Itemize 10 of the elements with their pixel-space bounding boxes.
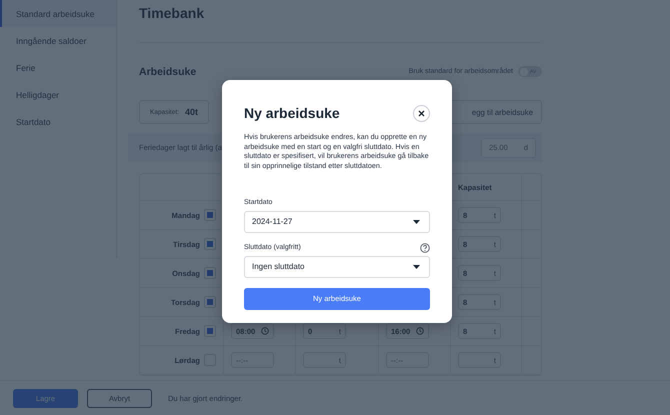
capacity-value: 40t bbox=[184, 107, 198, 117]
date-select[interactable]: 2024-11-27 bbox=[244, 210, 430, 233]
section-title: Arbeidsuke bbox=[139, 66, 196, 78]
caret-icon bbox=[413, 264, 420, 269]
caret-icon bbox=[413, 220, 420, 224]
close-icon bbox=[418, 110, 425, 116]
dialog-title: Ny arbeidsuke bbox=[244, 105, 340, 121]
help-icon[interactable] bbox=[420, 242, 430, 253]
date-select[interactable]: Ingen sluttdato bbox=[244, 256, 430, 278]
close-button[interactable] bbox=[413, 104, 430, 122]
